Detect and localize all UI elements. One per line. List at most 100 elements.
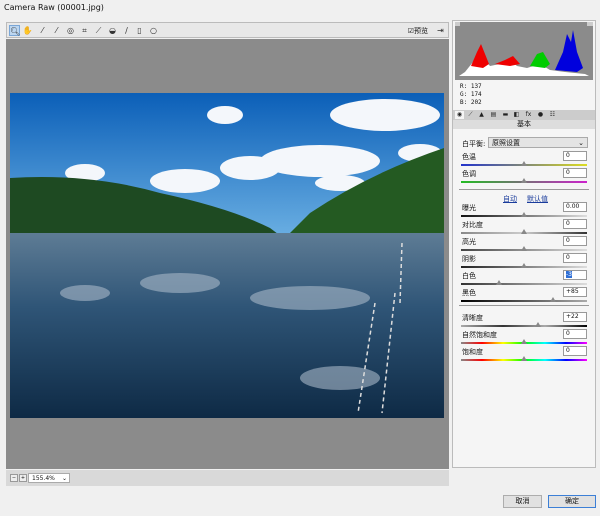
slider-label: 色调 bbox=[462, 170, 476, 178]
slider-label: 清晰度 bbox=[462, 314, 483, 322]
targeted-adjustment-tool-icon[interactable]: ◎ bbox=[65, 25, 76, 36]
zoom-in-button[interactable]: + bbox=[19, 474, 27, 482]
white-balance-label: 白平衡: bbox=[462, 140, 486, 148]
tab-tone-curve-icon[interactable]: ⟋ bbox=[466, 111, 475, 119]
zoom-tool-icon[interactable]: 🔍︎ bbox=[9, 25, 20, 36]
auto-link[interactable]: 自动 bbox=[503, 194, 517, 204]
slider-value: 0 bbox=[566, 220, 570, 227]
white-balance-value: 原照设置 bbox=[492, 139, 520, 147]
slider-thumb[interactable] bbox=[521, 212, 527, 217]
slider-value-input[interactable]: 0 bbox=[563, 253, 587, 263]
slider-value-input[interactable]: 0 bbox=[563, 219, 587, 229]
zoom-out-button[interactable]: − bbox=[10, 474, 18, 482]
slider-track[interactable] bbox=[461, 263, 587, 268]
slider-thumb[interactable] bbox=[495, 280, 502, 285]
spot-removal-tool-icon[interactable]: ◒ bbox=[107, 25, 118, 36]
slider-value-input[interactable]: 0 bbox=[563, 346, 587, 356]
tab-hsl-icon[interactable]: ▤ bbox=[489, 111, 498, 119]
tab-camera-calibration-icon[interactable]: ● bbox=[536, 111, 545, 119]
tab-presets-icon[interactable]: ☷ bbox=[548, 111, 557, 119]
slider-value: 0 bbox=[566, 237, 570, 244]
chevron-down-icon: ⌄ bbox=[578, 139, 584, 147]
slider-value-input[interactable]: +22 bbox=[563, 312, 587, 322]
default-link[interactable]: 默认值 bbox=[527, 194, 548, 204]
slider-track[interactable] bbox=[461, 339, 587, 344]
fullscreen-icon[interactable]: ⇥ bbox=[435, 25, 446, 36]
slider-thumb[interactable] bbox=[521, 229, 527, 234]
preview-checkbox[interactable]: ☑预览 bbox=[408, 26, 428, 36]
slider-value: 0 bbox=[566, 169, 570, 176]
photo-preview bbox=[10, 93, 444, 418]
adjustment-brush-icon[interactable]: ∕ bbox=[121, 25, 132, 36]
slider-thumb[interactable] bbox=[521, 339, 527, 344]
white-balance-tool-icon[interactable]: ⁄ bbox=[37, 25, 48, 36]
slider-value: 0 bbox=[566, 347, 570, 354]
slider-label: 阴影 bbox=[462, 255, 476, 263]
chevron-down-icon: ⌄ bbox=[61, 475, 67, 482]
slider-track[interactable] bbox=[461, 297, 587, 302]
ok-button[interactable]: 确定 bbox=[548, 495, 596, 508]
slider-value-input[interactable]: 0.00 bbox=[563, 202, 587, 212]
divider bbox=[459, 305, 589, 306]
hand-tool-icon[interactable]: ✋ bbox=[22, 25, 33, 36]
slider-label: 高光 bbox=[462, 238, 476, 246]
slider-value: 0 bbox=[566, 254, 570, 261]
panel-tabs: ◉ ⟋ ▲ ▤ ▬ ◧ fx ● ☷ bbox=[453, 110, 595, 120]
straighten-tool-icon[interactable]: ⟋ bbox=[93, 25, 104, 36]
slider-thumb[interactable] bbox=[521, 356, 527, 361]
slider-track[interactable] bbox=[461, 178, 587, 183]
tab-split-toning-icon[interactable]: ▬ bbox=[501, 111, 510, 119]
shadow-clipping-icon[interactable] bbox=[454, 21, 460, 26]
slider-thumb[interactable] bbox=[521, 246, 527, 251]
zoom-level-select[interactable]: 155.4% ⌄ bbox=[28, 473, 70, 483]
red-value: R: 137 bbox=[460, 83, 482, 90]
slider-track[interactable] bbox=[461, 229, 587, 234]
slider-thumb[interactable] bbox=[549, 297, 556, 302]
graduated-filter-icon[interactable]: ▯ bbox=[134, 25, 145, 36]
section-title: 基本 bbox=[453, 120, 595, 129]
slider-track[interactable] bbox=[461, 212, 587, 217]
slider-value: 0.00 bbox=[566, 203, 580, 210]
blue-value: B: 202 bbox=[460, 99, 482, 106]
radial-filter-icon[interactable]: ○ bbox=[148, 25, 159, 36]
slider-label: 白色 bbox=[462, 272, 476, 280]
slider-thumb[interactable] bbox=[521, 161, 527, 166]
slider-value-input[interactable]: -3 bbox=[563, 270, 587, 280]
slider-thumb[interactable] bbox=[521, 263, 527, 268]
slider-thumb[interactable] bbox=[521, 178, 527, 183]
slider-track[interactable] bbox=[461, 246, 587, 251]
slider-thumb[interactable] bbox=[534, 322, 541, 327]
white-balance-select[interactable]: 原照设置 ⌄ bbox=[488, 137, 588, 148]
slider-value: +22 bbox=[566, 313, 579, 320]
slider-value-input[interactable]: 0 bbox=[563, 236, 587, 246]
slider-track[interactable] bbox=[461, 280, 587, 285]
slider-label: 自然饱和度 bbox=[462, 331, 497, 339]
tab-detail-icon[interactable]: ▲ bbox=[477, 111, 486, 119]
green-value: G: 174 bbox=[460, 91, 482, 98]
tab-lens-icon[interactable]: ◧ bbox=[512, 111, 521, 119]
slider-label: 色温 bbox=[462, 153, 476, 161]
slider-value-input[interactable]: +85 bbox=[563, 287, 587, 297]
tab-effects-icon[interactable]: fx bbox=[524, 111, 533, 119]
slider-value: 0 bbox=[566, 330, 570, 337]
highlight-clipping-icon[interactable] bbox=[587, 21, 593, 26]
tab-basic-icon[interactable]: ◉ bbox=[455, 111, 464, 119]
slider-label: 曝光 bbox=[462, 204, 476, 212]
slider-value-input[interactable]: 0 bbox=[563, 329, 587, 339]
histogram bbox=[454, 21, 593, 80]
slider-track[interactable] bbox=[461, 161, 587, 166]
slider-label: 黑色 bbox=[462, 289, 476, 297]
rgb-readout: R: 137 G: 174 B: 202 bbox=[460, 83, 482, 107]
cancel-button[interactable]: 取消 bbox=[503, 495, 542, 508]
slider-value-input[interactable]: 0 bbox=[563, 168, 587, 178]
slider-label: 对比度 bbox=[462, 221, 483, 229]
slider-label: 饱和度 bbox=[462, 348, 483, 356]
window-title: Camera Raw (00001.jpg) bbox=[4, 3, 104, 12]
preview-label: 预览 bbox=[414, 27, 428, 35]
color-sampler-tool-icon[interactable]: ⁄ bbox=[51, 25, 62, 36]
slider-track[interactable] bbox=[461, 356, 587, 361]
slider-value: 0 bbox=[566, 152, 570, 159]
slider-track[interactable] bbox=[461, 322, 587, 327]
slider-value-input[interactable]: 0 bbox=[563, 151, 587, 161]
crop-tool-icon[interactable]: ⌗ bbox=[79, 25, 90, 36]
